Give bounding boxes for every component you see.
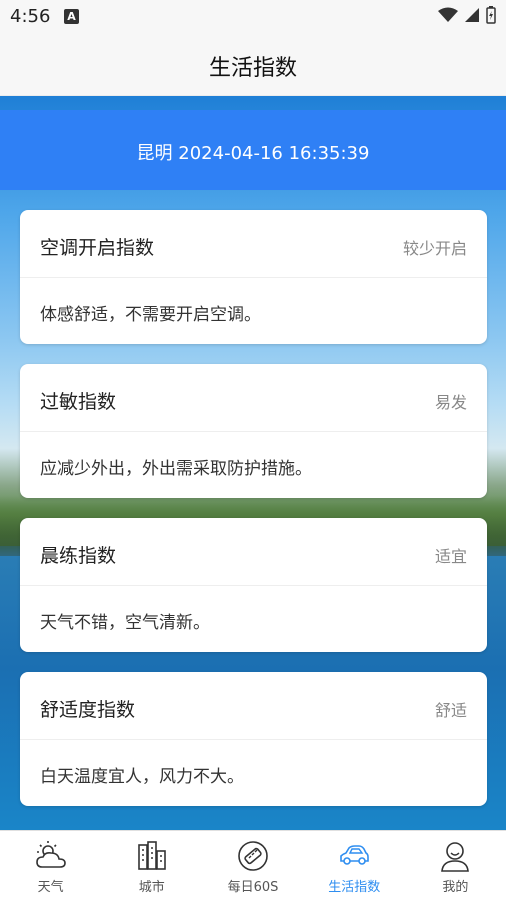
card-title: 空调开启指数: [40, 237, 155, 259]
card-description: 应减少外出，外出需采取防护措施。: [40, 459, 312, 479]
index-card-allergy[interactable]: 过敏指数 易发 应减少外出，外出需采取防护措施。: [20, 364, 487, 498]
location-datetime: 昆明 2024-04-16 16:35:39: [136, 143, 370, 164]
tab-daily-60s[interactable]: 每日60S: [202, 831, 303, 900]
city-icon: [137, 841, 166, 870]
tab-life-index[interactable]: 生活指数: [304, 831, 405, 900]
page-title: 生活指数: [208, 56, 297, 81]
tab-label: 生活指数: [328, 880, 381, 895]
card-title: 晨练指数: [40, 545, 117, 567]
tab-label: 每日60S: [227, 880, 279, 895]
battery-icon: [486, 6, 496, 24]
notification-icon: A: [64, 9, 79, 24]
location-banner: 昆明 2024-04-16 16:35:39: [0, 110, 506, 190]
card-header: 过敏指数 易发: [20, 364, 487, 432]
bottom-tab-bar: 天气 城市 每日60S 生活指数 我的: [0, 830, 506, 900]
index-card-aircon[interactable]: 空调开启指数 较少开启 体感舒适，不需要开启空调。: [20, 210, 487, 344]
card-header: 晨练指数 适宜: [20, 518, 487, 586]
signal-icon: [465, 8, 479, 22]
index-card-comfort[interactable]: 舒适度指数 舒适 白天温度宜人，风力不大。: [20, 672, 487, 806]
profile-icon: [441, 842, 470, 872]
tab-weather[interactable]: 天气: [0, 831, 101, 900]
card-header: 舒适度指数 舒适: [20, 672, 487, 740]
card-level: 较少开启: [402, 239, 467, 258]
card-level: 易发: [434, 393, 467, 412]
card-description: 天气不错，空气清新。: [40, 613, 210, 633]
card-level: 适宜: [434, 547, 467, 566]
card-title: 舒适度指数: [40, 699, 136, 721]
tab-label: 城市: [138, 880, 165, 895]
car-icon: [340, 845, 370, 865]
wifi-icon: [438, 7, 458, 22]
tab-city[interactable]: 城市: [101, 831, 202, 900]
tab-label: 天气: [37, 880, 64, 895]
card-description: 体感舒适，不需要开启空调。: [40, 305, 261, 325]
status-icons: [438, 6, 496, 24]
news-icon: [238, 841, 268, 871]
tab-label: 我的: [442, 880, 469, 895]
status-bar: 4:56 A: [0, 0, 506, 34]
tab-profile[interactable]: 我的: [405, 831, 506, 900]
weather-icon: [35, 841, 66, 868]
title-bar: 生活指数: [0, 34, 506, 96]
card-title: 过敏指数: [40, 391, 117, 413]
status-time: 4:56: [10, 6, 51, 27]
index-card-exercise[interactable]: 晨练指数 适宜 天气不错，空气清新。: [20, 518, 487, 652]
card-level: 舒适: [434, 701, 467, 720]
card-description: 白天温度宜人，风力不大。: [40, 767, 244, 787]
card-header: 空调开启指数 较少开启: [20, 210, 487, 278]
